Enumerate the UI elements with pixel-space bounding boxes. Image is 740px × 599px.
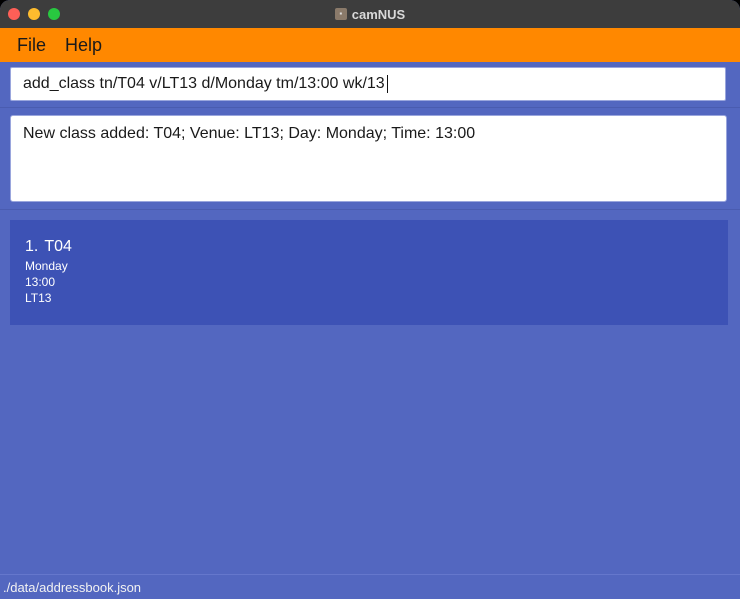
command-input[interactable]: add_class tn/T04 v/LT13 d/Monday tm/13:0…	[10, 67, 726, 101]
window-title: camNUS	[351, 6, 406, 22]
class-index: 1.	[25, 238, 39, 255]
class-name: T04	[44, 238, 72, 255]
result-display: New class added: T04; Venue: LT13; Day: …	[10, 115, 727, 202]
result-message: New class added: T04; Venue: LT13; Day: …	[23, 125, 476, 142]
class-venue: LT13	[25, 291, 52, 305]
menu-bar: File Help	[0, 28, 740, 62]
menu-file[interactable]: File	[17, 35, 46, 56]
command-panel: add_class tn/T04 v/LT13 d/Monday tm/13:0…	[0, 62, 740, 108]
class-time: 13:00	[25, 275, 56, 289]
status-bar: ./data/addressbook.json	[0, 574, 740, 599]
menu-help[interactable]: Help	[65, 35, 102, 56]
class-day: Monday	[25, 259, 68, 273]
maximize-window-button[interactable]	[48, 8, 60, 20]
data-file-path: ./data/addressbook.json	[3, 580, 142, 595]
divider	[0, 209, 740, 210]
title-bar: ▪ camNUS	[0, 0, 740, 28]
close-window-button[interactable]	[8, 8, 20, 20]
minimize-window-button[interactable]	[28, 8, 40, 20]
camnus-app-icon: ▪	[334, 8, 347, 20]
window-controls	[8, 8, 60, 20]
class-heading: 1. T04	[25, 238, 72, 256]
window-title-group: ▪ camNUS	[334, 6, 406, 22]
app-window: ▪ camNUS File Help add_class tn/T04 v/LT…	[0, 0, 740, 599]
command-input-text[interactable]: add_class tn/T04 v/LT13 d/Monday tm/13:0…	[23, 75, 388, 93]
class-list-item[interactable]: 1. T04 Monday 13:00 LT13	[10, 220, 728, 325]
